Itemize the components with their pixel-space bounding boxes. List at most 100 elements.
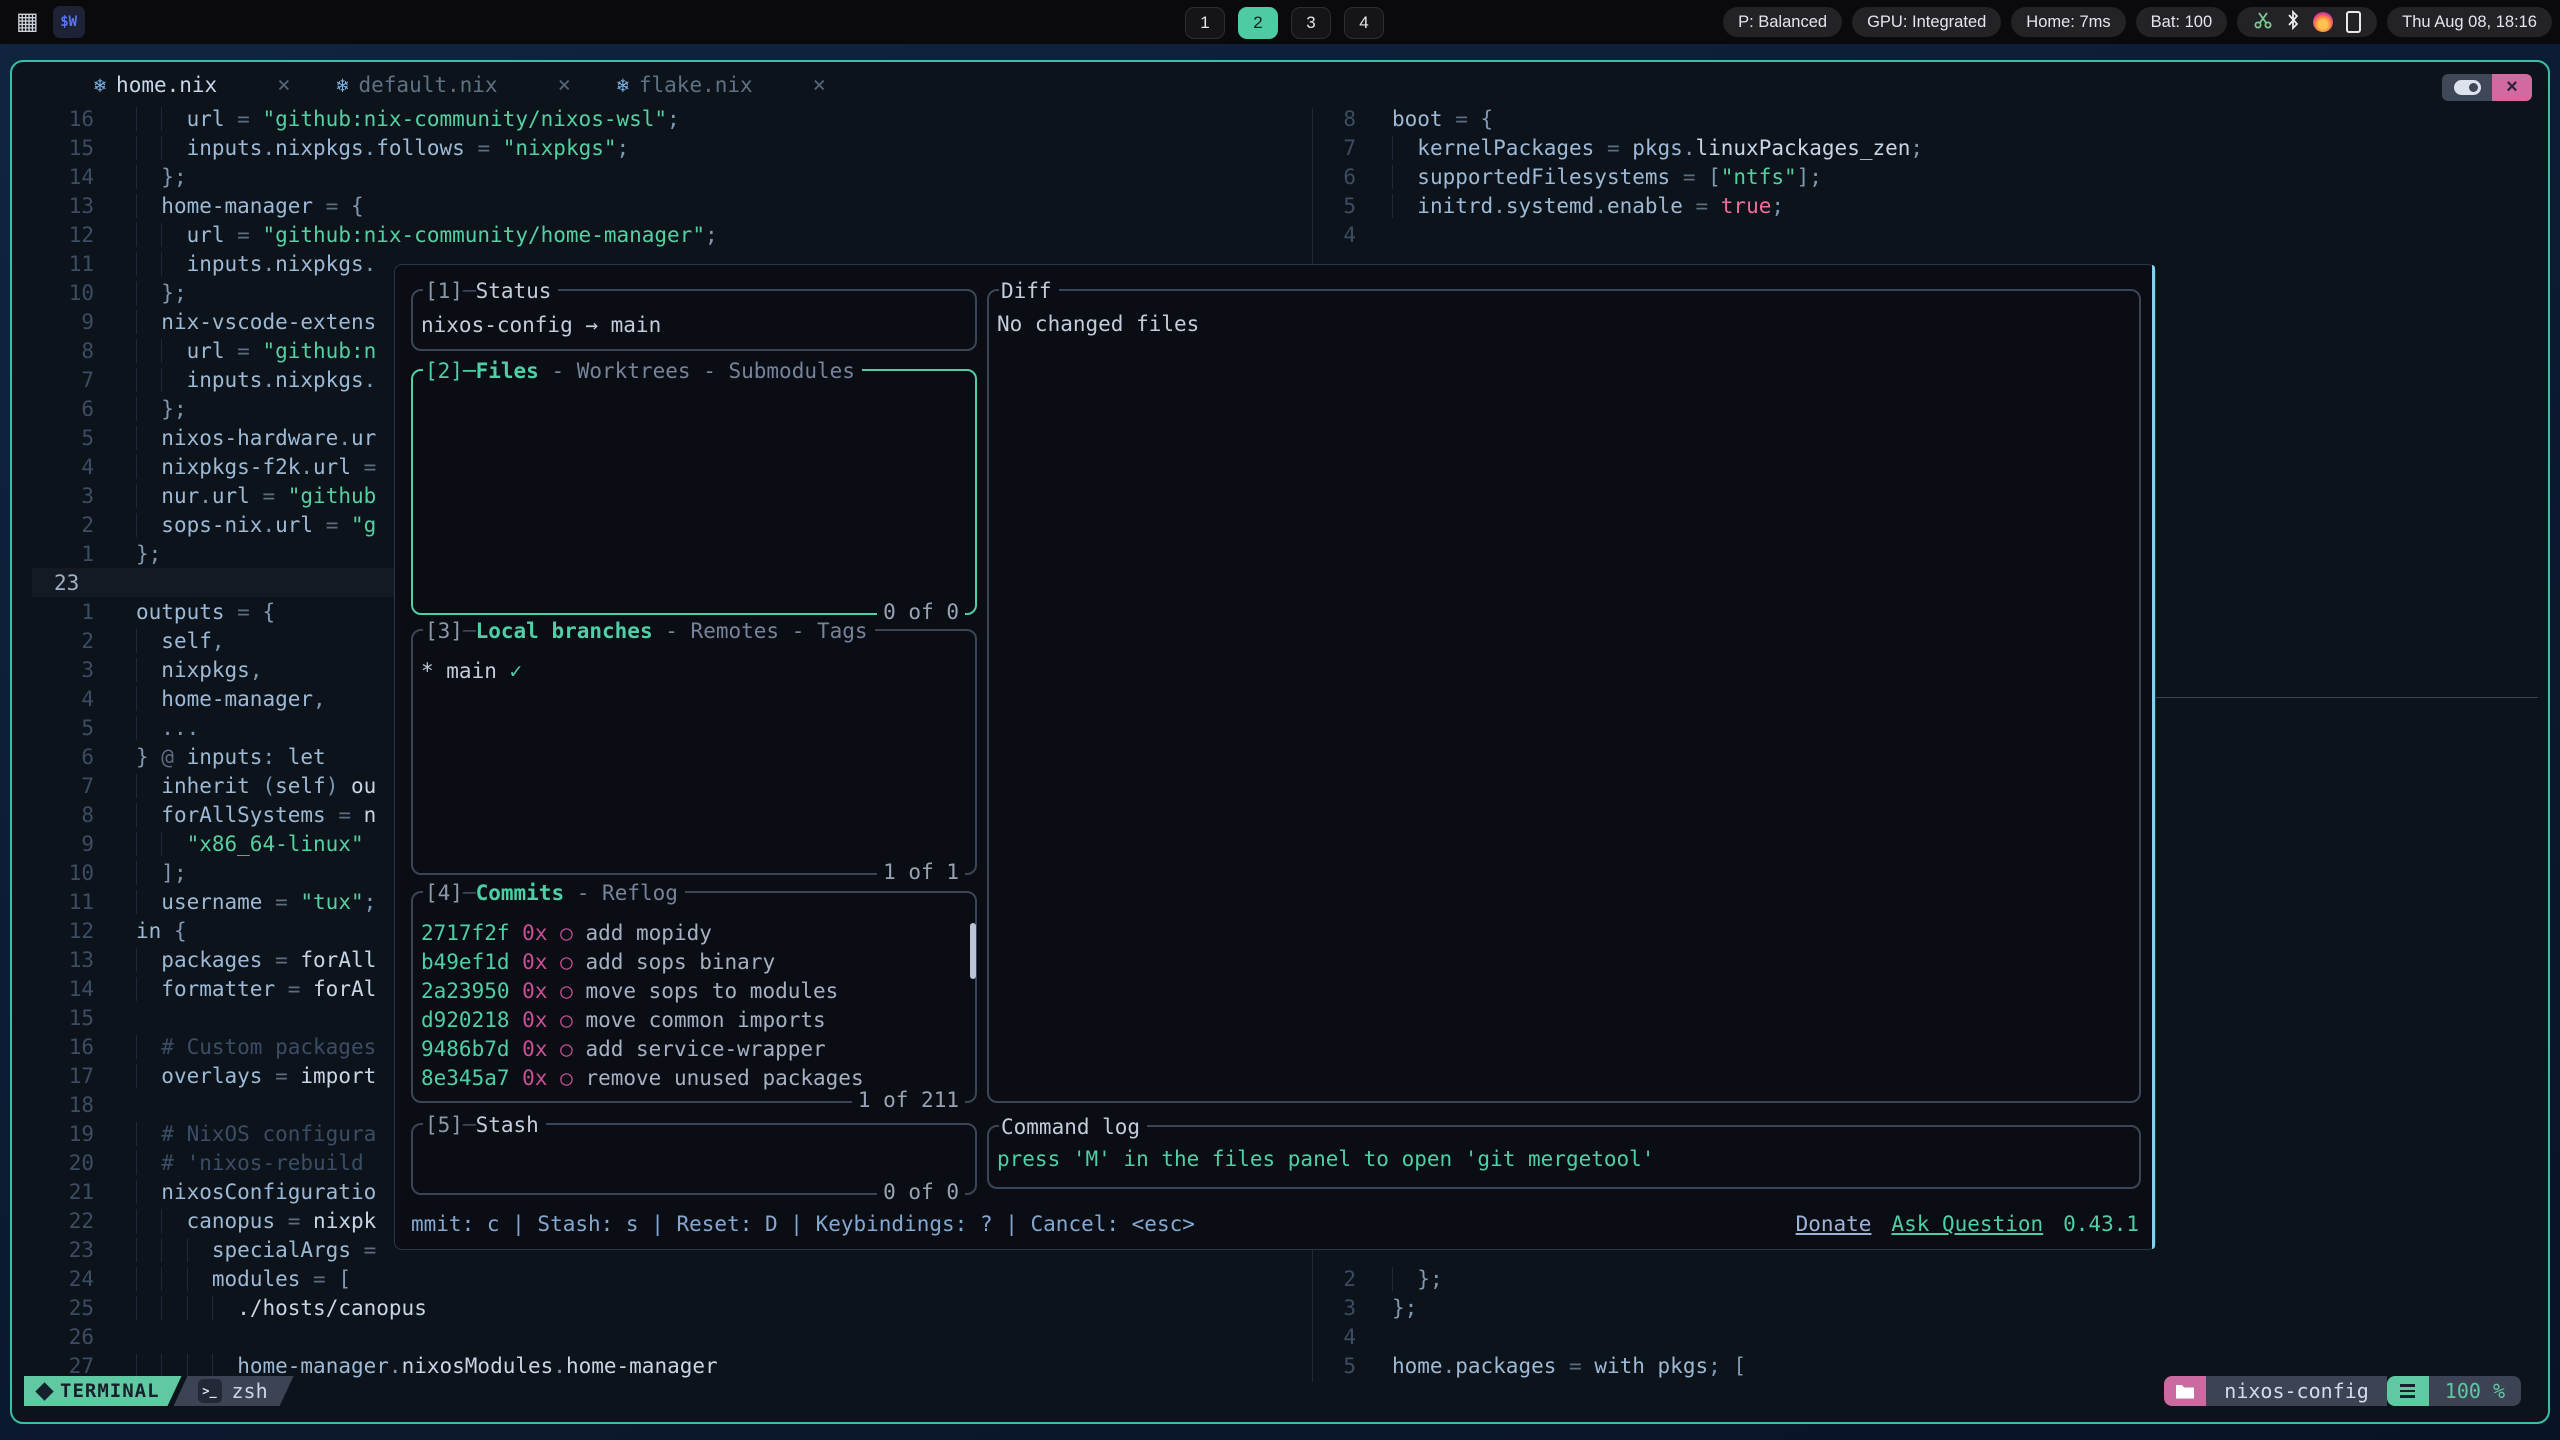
code-line: 25 ./hosts/canopus (32, 1293, 1312, 1322)
donate-link[interactable]: Donate (1796, 1210, 1872, 1239)
editor-pane-default-nix[interactable]: 8boot = {7 kernelPackages = pkgs.linuxPa… (1332, 104, 2532, 249)
editor-pane-home-nix[interactable]: 2 };3};45home.packages = with pkgs; [ (1332, 1264, 2532, 1380)
panel-title: [2]─Files - Worktrees - Submodules (423, 357, 862, 386)
tab-home-nix[interactable]: ❄ home.nix × (74, 62, 316, 108)
lazygit-overlay: [1]─Status nixos-config → main [2]─Files… (394, 264, 2156, 1250)
commit-row[interactable]: 2a23950 0x ○ move sops to modules (421, 977, 975, 1006)
code-line: 15 inputs.nixpkgs.follows = "nixpkgs"; (32, 133, 1312, 162)
lazygit-diff-panel[interactable]: Diff No changed files (987, 289, 2141, 1103)
commits-scrollbar[interactable] (970, 923, 976, 979)
tab-default-nix[interactable]: ❄ default.nix × (316, 62, 596, 108)
workspace-app-badge[interactable]: $W (53, 6, 85, 38)
lines-icon (2387, 1376, 2429, 1406)
panel-title: Diff (999, 277, 1059, 306)
lazygit-status-panel[interactable]: [1]─Status nixos-config → main (411, 289, 977, 351)
scroll-progress: 100 % (2429, 1376, 2521, 1406)
code-line: 16 url = "github:nix-community/nixos-wsl… (32, 104, 1312, 133)
nix-snowflake-icon: ❄ (94, 73, 106, 97)
tab-close-icon[interactable]: × (277, 73, 290, 98)
code-line: 5 initrd.systemd.enable = true; (1332, 191, 2532, 220)
overlay-right-border (2152, 265, 2155, 1249)
code-line: 8boot = { (1332, 104, 2532, 133)
folder-icon (2175, 1383, 2195, 1399)
code-line: 3}; (1332, 1293, 2532, 1322)
clock-pill[interactable]: Thu Aug 08, 18:16 (2387, 7, 2552, 37)
lazygit-version: 0.43.1 (2063, 1210, 2139, 1239)
app-launcher-icon[interactable]: ▦ (16, 10, 39, 34)
code-line: 4 (1332, 220, 2532, 249)
battery-pill[interactable]: Bat: 100 (2136, 7, 2227, 37)
code-line: 7 kernelPackages = pkgs.linuxPackages_ze… (1332, 133, 2532, 162)
statusline-left: TERMINAL >_ zsh (24, 1376, 294, 1406)
tab-close-icon[interactable]: × (813, 73, 826, 98)
commit-row[interactable]: 9486b7d 0x ○ add service-wrapper (421, 1035, 975, 1064)
workspace-button-2[interactable]: 2 (1238, 7, 1278, 39)
mode-segment: TERMINAL (24, 1376, 182, 1406)
panel-title: [4]─Commits - Reflog (423, 879, 685, 908)
topbar: ▦ $W 1 2 3 4 P: Balanced GPU: Integrated… (0, 0, 2560, 44)
commit-row[interactable]: b49ef1d 0x ○ add sops binary (421, 948, 975, 977)
stash-counter: 0 of 0 (877, 1178, 965, 1207)
lazygit-links: Donate Ask Question 0.43.1 (1796, 1210, 2139, 1239)
files-counter: 0 of 0 (877, 598, 965, 627)
command-log-content: press 'M' in the files panel to open 'gi… (989, 1127, 2139, 1174)
lazygit-branches-panel[interactable]: [3]─Local branches - Remotes - Tags * ma… (411, 629, 977, 875)
commit-list: 2717f2f 0x ○ add mopidyb49ef1d 0x ○ add … (413, 893, 975, 1093)
ping-pill[interactable]: Home: 7ms (2011, 7, 2125, 37)
code-line: 24 modules = [ (32, 1264, 1312, 1293)
desktop: ▦ $W 1 2 3 4 P: Balanced GPU: Integrated… (0, 0, 2560, 1440)
code-line: 26 (32, 1322, 1312, 1351)
lazygit-commits-panel[interactable]: [4]─Commits - Reflog 2717f2f 0x ○ add mo… (411, 891, 977, 1103)
window-toggle-button[interactable] (2442, 74, 2492, 101)
bluetooth-icon[interactable] (2286, 10, 2300, 35)
topbar-left: ▦ $W (16, 0, 85, 44)
check-icon: ✓ (510, 659, 523, 683)
statusline-right: nixos-config 100 % (2164, 1376, 2521, 1406)
commit-row[interactable]: d920218 0x ○ move common imports (421, 1006, 975, 1035)
code-line: 2 }; (1332, 1264, 2532, 1293)
ask-question-link[interactable]: Ask Question (1891, 1210, 2043, 1239)
scissors-icon[interactable] (2253, 10, 2273, 35)
code-line: 4 (1332, 1322, 2532, 1351)
terminal-icon: >_ (198, 1379, 222, 1403)
tab-label: flake.nix (639, 73, 753, 97)
tab-label: home.nix (116, 73, 217, 97)
shell-label: zsh (232, 1379, 268, 1403)
code-line: 13 home-manager = { (32, 191, 1312, 220)
project-name: nixos-config (2206, 1376, 2387, 1406)
panel-title: [3]─Local branches - Remotes - Tags (423, 617, 875, 646)
tab-flake-nix[interactable]: ❄ flake.nix × (597, 62, 852, 108)
panel-title: [5]─Stash (423, 1111, 546, 1140)
code-line: 6 supportedFilesystems = ["ntfs"]; (1332, 162, 2532, 191)
system-tray[interactable] (2237, 7, 2377, 37)
gpu-pill[interactable]: GPU: Integrated (1852, 7, 2001, 37)
workspace-button-3[interactable]: 3 (1291, 7, 1331, 39)
code-line: 12 url = "github:nix-community/home-mana… (32, 220, 1312, 249)
tab-label: default.nix (359, 73, 498, 97)
nix-snowflake-icon: ❄ (336, 73, 348, 97)
flame-icon[interactable] (2313, 12, 2333, 32)
terminal-window: ❄ home.nix × ❄ default.nix × ❄ flake.nix… (10, 60, 2550, 1424)
keybindings-text: mmit: c | Stash: s | Reset: D | Keybindi… (411, 1210, 1195, 1239)
lazygit-command-log-panel[interactable]: Command log press 'M' in the files panel… (987, 1125, 2141, 1189)
panel-title: [1]─Status (423, 277, 558, 306)
diff-content: No changed files (989, 291, 2139, 339)
lazygit-stash-panel[interactable]: [5]─Stash 0 of 0 (411, 1123, 977, 1195)
toggle-icon (2454, 80, 2481, 95)
phone-icon[interactable] (2346, 11, 2361, 33)
topbar-status: P: Balanced GPU: Integrated Home: 7ms Ba… (1723, 7, 2552, 37)
nix-snowflake-icon: ❄ (617, 73, 629, 97)
panel-title: Command log (999, 1113, 1147, 1142)
workspace-switcher: 1 2 3 4 (1185, 7, 1384, 39)
workspace-button-4[interactable]: 4 (1344, 7, 1384, 39)
commits-counter: 1 of 211 (852, 1086, 965, 1115)
power-profile-pill[interactable]: P: Balanced (1723, 7, 1842, 37)
mode-label: TERMINAL (60, 1380, 160, 1402)
workspace-button-1[interactable]: 1 (1185, 7, 1225, 39)
lazygit-files-panel[interactable]: [2]─Files - Worktrees - Submodules 0 of … (411, 369, 977, 615)
shell-segment: >_ zsh (174, 1376, 294, 1406)
commit-row[interactable]: 2717f2f 0x ○ add mopidy (421, 919, 975, 948)
tab-close-icon[interactable]: × (558, 73, 571, 98)
lazygit-keybindings-bar: mmit: c | Stash: s | Reset: D | Keybindi… (411, 1209, 2139, 1239)
window-close-button[interactable]: × (2492, 74, 2532, 101)
